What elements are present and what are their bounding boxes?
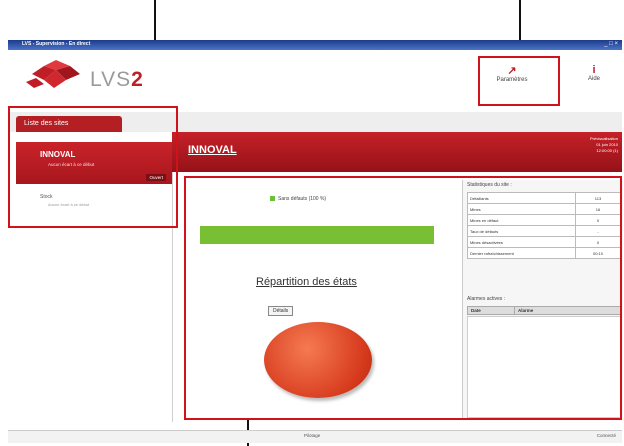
help-label: Aide xyxy=(587,76,600,82)
banner-info-line: 12:00:00 (1) xyxy=(596,148,618,153)
lvs-logo-icon xyxy=(26,60,80,88)
window-title: LVS - Supervision - En direct xyxy=(22,41,91,47)
window-controls[interactable]: _ □ × xyxy=(604,41,618,47)
banner-info: Prévisualisation 01 juin 2010 12:00:00 (… xyxy=(590,136,618,154)
highlight-sidebar xyxy=(8,106,178,228)
help-button[interactable]: i Aide xyxy=(574,64,614,82)
info-icon: i xyxy=(592,64,596,76)
status-center: Pilotage xyxy=(304,433,321,438)
app-logo-text: LVS2 xyxy=(90,68,144,91)
highlight-main xyxy=(184,176,622,420)
highlight-toolbar xyxy=(478,56,560,106)
window-title-bar: LVS - Supervision - En direct _ □ × xyxy=(8,40,622,50)
site-banner: INNOVAL Prévisualisation 01 juin 2010 12… xyxy=(172,132,622,172)
status-bar: Pilotage Connecté xyxy=(8,430,622,443)
status-right: Connecté xyxy=(596,433,616,438)
site-title: INNOVAL xyxy=(188,144,237,156)
